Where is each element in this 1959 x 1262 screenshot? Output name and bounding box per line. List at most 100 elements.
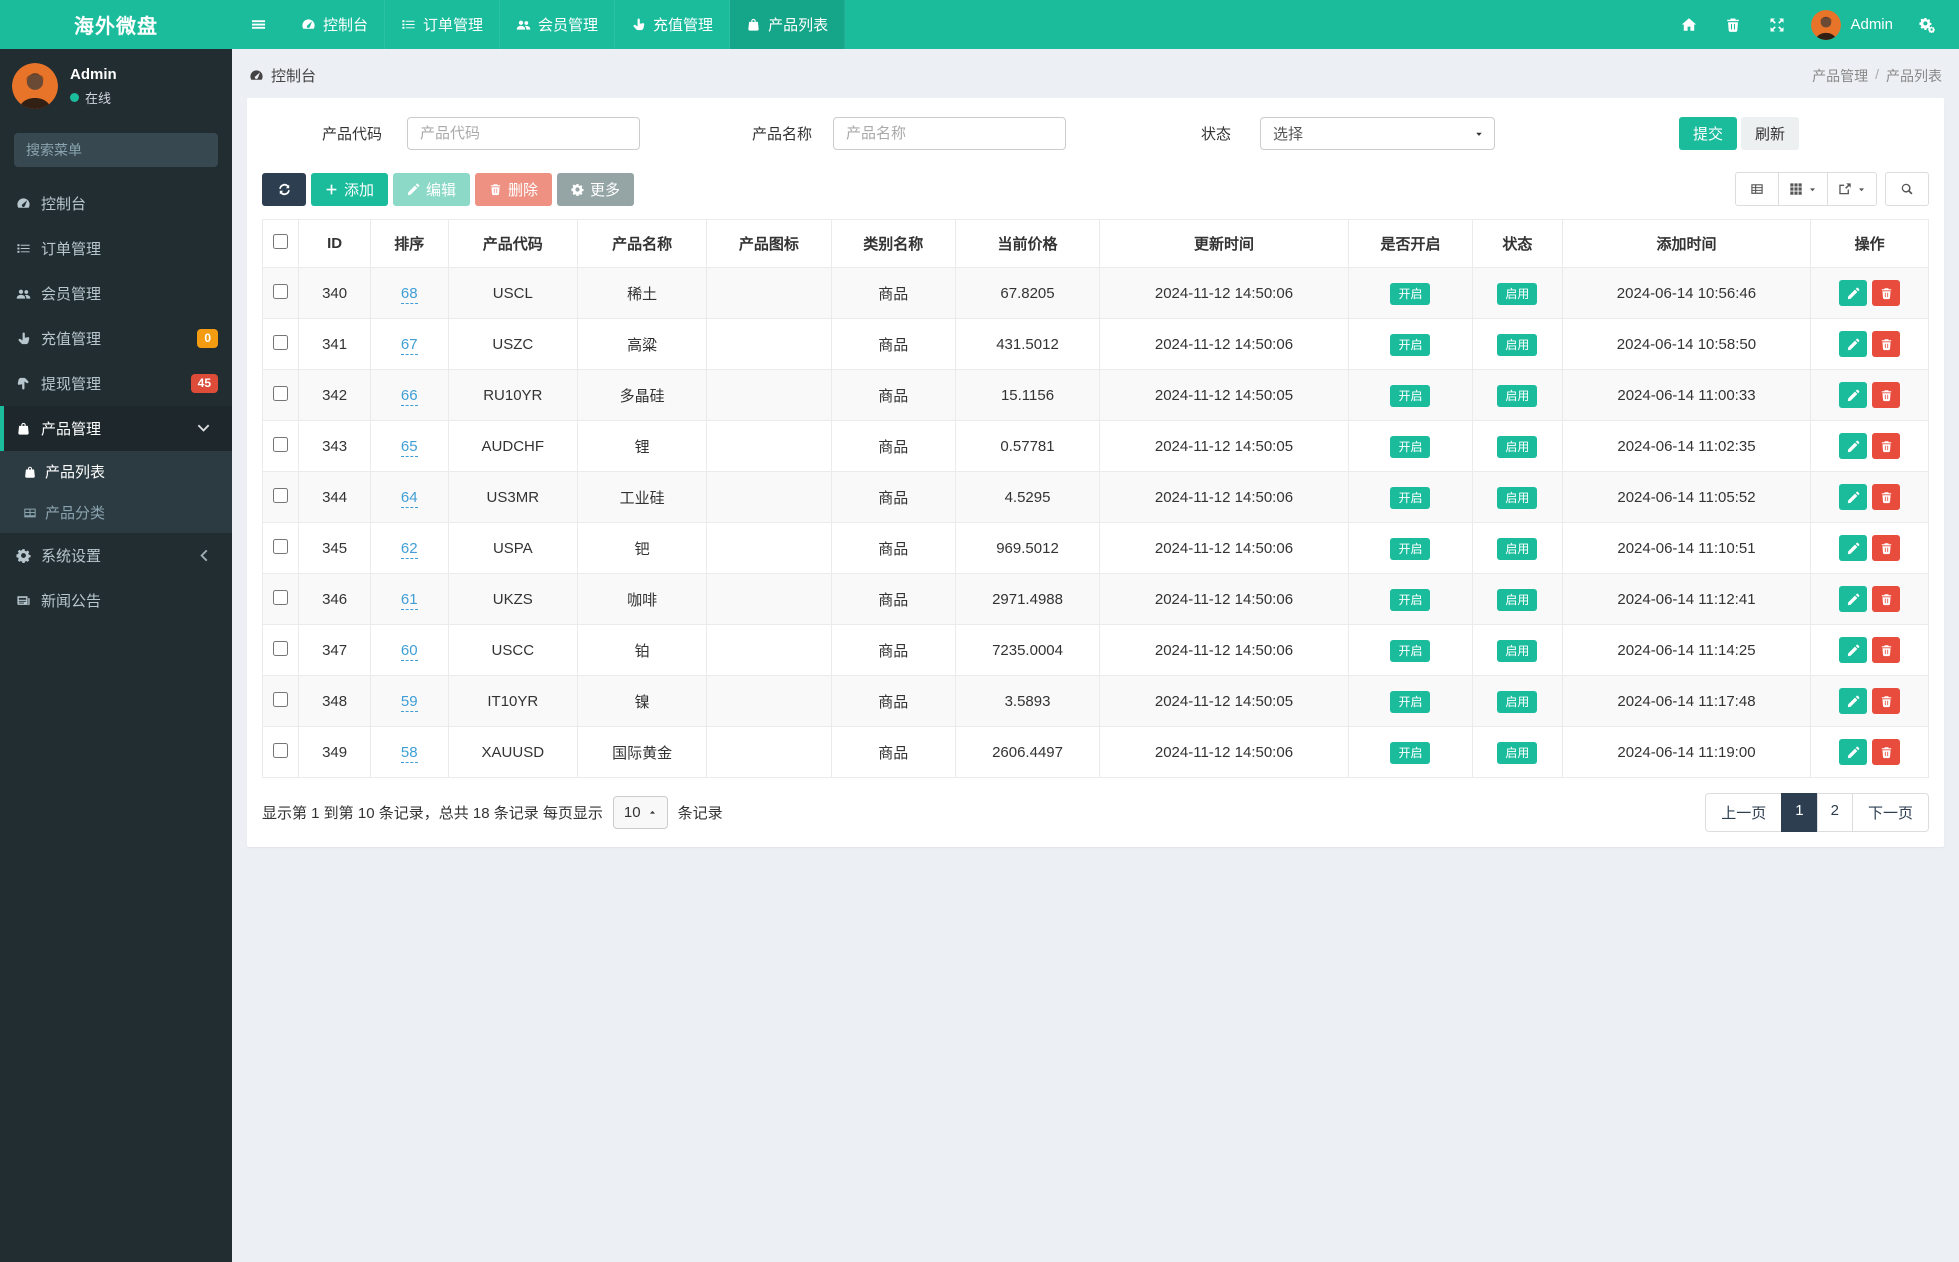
cell-price: 2606.4497 (954, 726, 1101, 778)
pencil-icon (1847, 695, 1860, 708)
sidebar-item-link[interactable]: 会员管理 (0, 271, 232, 316)
status-select[interactable]: 选择 (1260, 117, 1496, 150)
cell-icon (706, 369, 832, 421)
delete-row-button[interactable] (1872, 280, 1901, 306)
delete-row-button[interactable] (1872, 688, 1901, 714)
submit-button[interactable]: 提交 (1678, 117, 1737, 150)
status-badge: 启用 (1497, 282, 1538, 305)
pencil-icon (1847, 389, 1860, 402)
sidebar: Admin 在线 控制台订单管理会员管理充值管理0提现管理45产品管理产品列表产… (0, 49, 232, 1262)
delete-row-button[interactable] (1872, 433, 1901, 459)
edit-row-button[interactable] (1839, 280, 1868, 306)
next-page-button[interactable]: 下一页 (1851, 793, 1929, 832)
delete-row-button[interactable] (1872, 739, 1901, 765)
settings-nav-button[interactable] (1905, 0, 1949, 49)
sort-editable-link[interactable]: 59 (400, 692, 418, 712)
page-number-button[interactable]: 1 (1781, 793, 1818, 832)
sidebar-item-link[interactable]: 控制台 (0, 181, 232, 226)
export-button[interactable] (1827, 172, 1877, 206)
sidebar-item-link[interactable]: 订单管理 (0, 226, 232, 271)
delete-row-button[interactable] (1872, 586, 1901, 612)
sidebar-subitem-link[interactable]: 产品列表 (0, 451, 232, 492)
name-filter-input[interactable] (833, 117, 1067, 150)
trash-nav-button[interactable] (1711, 0, 1755, 49)
prev-page-button[interactable]: 上一页 (1705, 793, 1783, 832)
cell-updated: 2024-11-12 14:50:06 (1099, 318, 1349, 370)
breadcrumb-parent[interactable]: 产品管理 (1812, 66, 1868, 86)
list-view-button[interactable] (1735, 172, 1779, 206)
column-header: 状态 (1472, 219, 1563, 268)
topnav-item[interactable]: 充值管理 (615, 0, 731, 49)
cell-category: 商品 (830, 471, 956, 523)
edit-row-button[interactable] (1839, 382, 1868, 408)
add-button[interactable]: 添加 (311, 172, 389, 206)
row-checkbox[interactable] (273, 589, 289, 605)
expand-nav-button[interactable] (1755, 0, 1799, 49)
sort-editable-link[interactable]: 61 (400, 590, 418, 610)
code-filter-input[interactable] (407, 117, 641, 150)
sort-editable-link[interactable]: 67 (400, 335, 418, 355)
cell-added: 2024-06-14 11:10:51 (1561, 522, 1812, 574)
filter-row: 产品代码 产品名称 状态 选择 提交 刷新 (262, 117, 1929, 150)
sidebar-item-link[interactable]: 系统设置 (0, 533, 232, 578)
page-number-button[interactable]: 2 (1816, 793, 1853, 832)
topnav: 控制台 订单管理 会员管理 充值管理 产品列表 (285, 0, 846, 49)
delete-row-button[interactable] (1872, 331, 1901, 357)
topnav-item[interactable]: 产品列表 (730, 0, 846, 49)
sidebar-item-link[interactable]: 产品管理 (0, 406, 232, 451)
sort-editable-link[interactable]: 66 (400, 386, 418, 406)
row-checkbox[interactable] (273, 691, 289, 707)
edit-row-button[interactable] (1839, 433, 1868, 459)
edit-row-button[interactable] (1839, 739, 1868, 765)
edit-button[interactable]: 编辑 (393, 172, 471, 206)
brand[interactable]: 海外微盘 (0, 0, 232, 49)
delete-row-button[interactable] (1872, 382, 1901, 408)
row-checkbox[interactable] (273, 538, 289, 554)
sidebar-item-link[interactable]: 提现管理 45 (0, 361, 232, 406)
more-button[interactable]: 更多 (557, 172, 635, 206)
refresh-button[interactable]: 刷新 (1740, 117, 1799, 150)
sidebar-toggle-button[interactable] (232, 0, 285, 49)
edit-row-button[interactable] (1839, 637, 1868, 663)
topnav-item[interactable]: 会员管理 (500, 0, 616, 49)
row-checkbox[interactable] (273, 487, 289, 503)
sort-editable-link[interactable]: 64 (400, 488, 418, 508)
delete-button[interactable]: 删除 (475, 172, 553, 206)
sort-editable-link[interactable]: 68 (400, 284, 418, 304)
edit-row-button[interactable] (1839, 331, 1868, 357)
user-menu[interactable]: Admin (1799, 0, 1905, 49)
topnav-item[interactable]: 控制台 (285, 0, 386, 49)
sidebar-subitem-link[interactable]: 产品分类 (0, 492, 232, 533)
refresh-table-button[interactable] (262, 172, 306, 206)
sidebar-item-link[interactable]: 新闻公告 (0, 578, 232, 623)
page-size-select[interactable]: 10 (612, 796, 668, 829)
sidebar-search-input[interactable] (14, 133, 218, 167)
sort-editable-link[interactable]: 65 (400, 437, 418, 457)
row-checkbox[interactable] (273, 436, 289, 452)
sidebar-item-link[interactable]: 充值管理 0 (0, 316, 232, 361)
edit-row-button[interactable] (1839, 535, 1868, 561)
table-search-button[interactable] (1885, 172, 1929, 206)
trash-icon (1880, 338, 1893, 351)
edit-row-button[interactable] (1839, 586, 1868, 612)
cell-name: 多晶硅 (576, 369, 708, 421)
edit-row-button[interactable] (1839, 484, 1868, 510)
row-checkbox[interactable] (273, 283, 289, 299)
row-checkbox[interactable] (273, 385, 289, 401)
delete-row-button[interactable] (1872, 484, 1901, 510)
delete-row-button[interactable] (1872, 637, 1901, 663)
columns-button[interactable] (1778, 172, 1828, 206)
row-checkbox[interactable] (273, 334, 289, 350)
delete-row-button[interactable] (1872, 535, 1901, 561)
table-row: 341 67 USZC 高粱 商品 431.5012 2024-11-12 14:50:06… (261, 318, 1929, 370)
select-all-checkbox[interactable] (273, 234, 289, 249)
sort-editable-link[interactable]: 60 (400, 641, 418, 661)
sort-editable-link[interactable]: 62 (400, 539, 418, 559)
row-checkbox[interactable] (273, 742, 289, 758)
home-nav-button[interactable] (1667, 0, 1711, 49)
status-badge: 启用 (1497, 690, 1538, 713)
edit-row-button[interactable] (1839, 688, 1868, 714)
topnav-item[interactable]: 订单管理 (385, 0, 501, 49)
row-checkbox[interactable] (273, 640, 289, 656)
sort-editable-link[interactable]: 58 (400, 743, 418, 763)
